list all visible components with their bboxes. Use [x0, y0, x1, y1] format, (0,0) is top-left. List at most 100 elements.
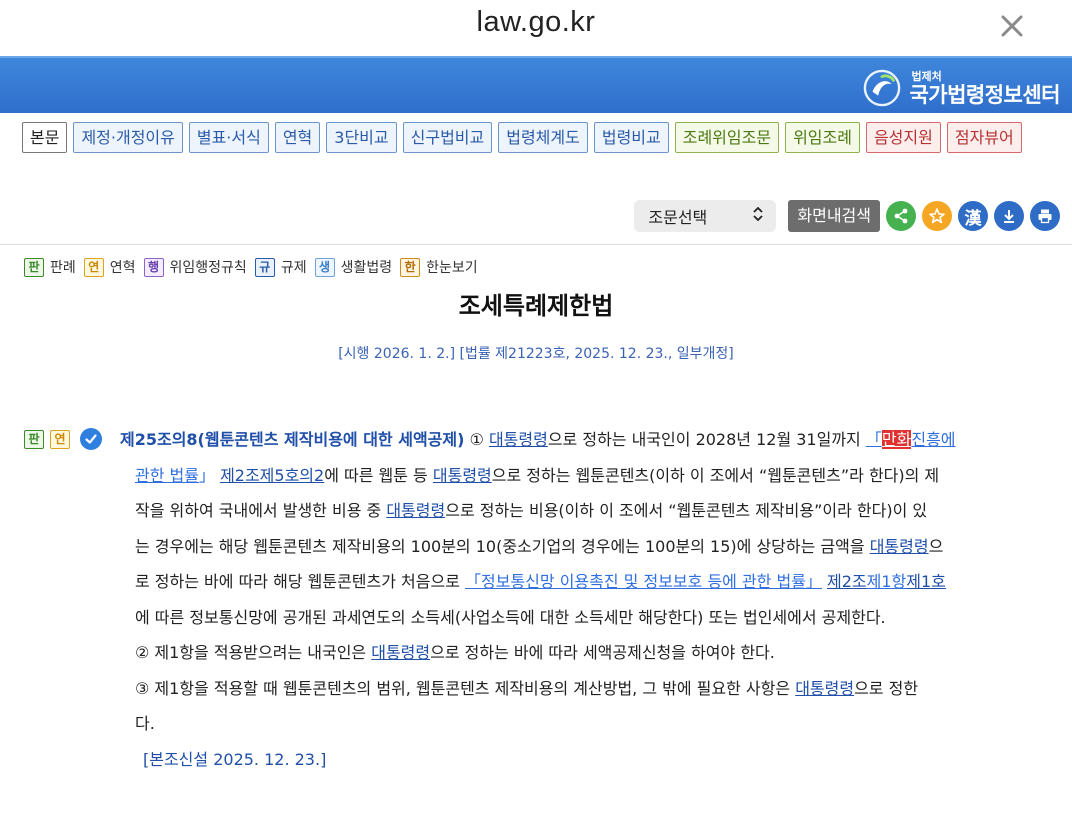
share-icon[interactable]: [886, 201, 916, 231]
tab-appendix-forms[interactable]: 별표·서식: [188, 122, 269, 153]
download-icon[interactable]: [994, 201, 1024, 231]
article-line: 는 경우에는 해당 웹툰콘텐츠 제작비용의 100분의 10(중소기업의 경우에…: [120, 529, 1060, 565]
article-line: 로 정하는 바에 따라 해당 웹툰콘텐츠가 처음으로 「정보통신망 이용촉진 및…: [120, 564, 1060, 600]
in-page-search-button[interactable]: 화면내검색: [788, 200, 880, 232]
close-icon[interactable]: [996, 10, 1028, 42]
highlighted-term[interactable]: 만화: [881, 430, 912, 449]
reference-link[interactable]: 제1호: [906, 572, 946, 591]
url-label[interactable]: law.go.kr: [0, 6, 1072, 39]
tab-law-compare[interactable]: 법령비교: [593, 122, 669, 153]
legend-label: 판례: [50, 260, 76, 276]
toolbar: 조문선택 화면내검색 漢: [634, 199, 1060, 233]
legend-living-law[interactable]: 생 생활법령: [314, 257, 393, 277]
decree-link[interactable]: 대통령령: [386, 501, 445, 520]
legend-overview[interactable]: 한 한눈보기: [400, 257, 478, 277]
tab-body[interactable]: 본문: [22, 122, 68, 153]
article-line: 관한 법률」 제2조제5호의2에 따른 웹툰 등 대통령령으로 정하는 웹툰콘텐…: [120, 458, 1060, 494]
legend-label: 한눈보기: [426, 260, 478, 276]
law-link[interactable]: 진흥에: [911, 430, 955, 449]
living-law-badge-icon: 생: [314, 257, 335, 277]
print-icon[interactable]: [1030, 201, 1060, 231]
article-text: 작을 위하여 국내에서 발생한 비용 중: [135, 501, 387, 520]
legend-label: 위임행정규칙: [169, 260, 247, 276]
star-icon[interactable]: [922, 201, 952, 231]
decree-link[interactable]: 대통령령: [371, 643, 430, 662]
article-text: 에 따른 웹툰 등: [324, 465, 433, 485]
article-body: 제25조의8(웹툰콘텐츠 제작비용에 대한 세액공제) ① 대통령령으로 정하는…: [120, 422, 1060, 777]
legend-label: 규제: [280, 260, 307, 276]
history-badge-icon: 연: [83, 257, 104, 277]
tab-voice-support[interactable]: 음성지원: [865, 122, 941, 153]
divider: [0, 244, 1072, 245]
legend: 판 판례 연 연혁 행 위임행정규칙 규 규제 생 생활법령 한 한눈보기: [24, 257, 486, 277]
decree-link[interactable]: 대통령령: [795, 679, 854, 698]
article-line: ③ 제1항을 적용할 때 웹툰콘텐츠의 범위, 웹툰콘텐츠 제작비용의 계산방법…: [120, 671, 1060, 707]
article-line: 작을 위하여 국내에서 발생한 비용 중 대통령령으로 정하는 비용(이하 이 …: [120, 493, 1060, 529]
decree-link[interactable]: 대통령령: [870, 537, 929, 556]
tab-law-structure[interactable]: 법령체계도: [498, 122, 588, 153]
article-line: 다.: [120, 706, 1060, 742]
tab-ordinance-delegation[interactable]: 조례위임조문: [674, 122, 780, 153]
article-text: 로 정하는 바에 따라 해당 웹툰콘텐츠가 처음으로: [135, 572, 466, 591]
regulation-badge-icon: 규: [254, 257, 275, 277]
site-header: 법제처 국가법령정보센터: [0, 56, 1072, 113]
article-line: ② 제1항을 적용받으려는 내국인은 대통령령으로 정하는 바에 따라 세액공제…: [120, 635, 1060, 671]
precedent-badge-icon[interactable]: 판: [24, 429, 44, 449]
article-text: 는 경우에는 해당 웹툰콘텐츠 제작비용의 100분의 10(중소기업의 경우에…: [135, 536, 870, 556]
precedent-badge-icon: 판: [24, 257, 44, 277]
article-text: 으로 정하는 비용(이하 이 조에서 “웹툰콘텐츠 제작비용”이라 한다)이 있: [445, 501, 928, 520]
article-line: 제25조의8(웹툰콘텐츠 제작비용에 대한 세액공제) ① 대통령령으로 정하는…: [120, 422, 1060, 458]
article-badges: 판 연: [24, 428, 102, 450]
article-text: ② 제1항을 적용받으려는 내국인은: [135, 643, 372, 662]
tab-three-way-compare[interactable]: 3단비교: [326, 122, 397, 153]
article-line: 에 따른 정보통신망에 공개된 과세연도의 소득세(사업소득에 대한 소득세만 …: [120, 600, 1060, 636]
hanja-icon[interactable]: 漢: [958, 201, 988, 231]
article-text: 으로 정하는 웹툰콘텐츠(이하 이 조에서 “웹툰콘텐츠”라 한다)의 제: [491, 465, 940, 485]
logo-big-text: 국가법령정보센터: [909, 82, 1060, 107]
tab-revision-reason[interactable]: 제정·개정이유: [73, 122, 183, 153]
overview-badge-icon: 한: [400, 257, 421, 277]
decree-link[interactable]: 대통령령: [433, 466, 492, 485]
law-link[interactable]: 관한 법률: [135, 466, 199, 485]
logo-swirl-icon: [864, 69, 901, 107]
article-select[interactable]: 조문선택: [634, 200, 777, 232]
article-text: 에 따른 정보통신망에 공개된 과세연도의 소득세(사업소득에 대한 소득세만 …: [135, 607, 886, 627]
article-text: ①: [464, 430, 489, 449]
site-logo[interactable]: 법제처 국가법령정보센터: [863, 66, 1060, 110]
law-subtitle: [시행 2026. 1. 2.] [법률 제21223호, 2025. 12. …: [338, 346, 734, 362]
reference-link[interactable]: 제1항: [867, 572, 907, 591]
chevron-updown-icon: [752, 206, 764, 225]
article-select-label: 조문선택: [648, 208, 708, 227]
legend-admin-rule[interactable]: 행 위임행정규칙: [143, 257, 247, 277]
decree-link[interactable]: 대통령령: [489, 430, 548, 449]
article-text: 으로 정하는 바에 따라 세액공제신청을 하여야 한다.: [430, 643, 775, 662]
checkmark-icon[interactable]: [80, 428, 102, 450]
legend-history[interactable]: 연 연혁: [83, 257, 136, 277]
article-text: ③ 제1항을 적용할 때 웹툰콘텐츠의 범위, 웹툰콘텐츠 제작비용의 계산방법…: [135, 678, 796, 698]
tab-history[interactable]: 연혁: [274, 122, 321, 153]
law-link-open[interactable]: 「: [866, 430, 882, 449]
tab-braille-viewer[interactable]: 점자뷰어: [946, 122, 1022, 153]
reference-link[interactable]: 제2조: [827, 572, 867, 591]
article-text: 다.: [135, 714, 155, 733]
legend-regulation[interactable]: 규 규제: [254, 257, 307, 277]
legend-precedent[interactable]: 판 판례: [24, 257, 76, 277]
admin-rule-badge-icon: 행: [143, 257, 164, 277]
legend-label: 연혁: [109, 260, 136, 276]
article-text: 으로 정하는 내국인이 2028년 12월 31일까지: [547, 430, 866, 449]
law-tabs: 본문 제정·개정이유 별표·서식 연혁 3단비교 신구법비교 법령체계도 법령비…: [22, 122, 1052, 153]
browser-bar: law.go.kr: [0, 0, 1072, 56]
article-footnote: [본조신설 2025. 12. 23.]: [143, 749, 327, 769]
reference-link[interactable]: 제2조제5호의2: [220, 466, 324, 485]
article-heading: 제25조의8(웹툰콘텐츠 제작비용에 대한 세액공제): [120, 430, 465, 449]
logo-small-text: 법제처: [911, 69, 942, 83]
history-badge-icon[interactable]: 연: [50, 429, 70, 449]
legend-label: 생활법령: [340, 260, 393, 276]
tab-delegated-ordinance[interactable]: 위임조례: [785, 122, 860, 153]
law-link-close[interactable]: 」: [199, 466, 220, 485]
law-link[interactable]: 「정보통신망 이용촉진 및 정보보호 등에 관한 법률」: [465, 572, 822, 591]
article-text: 으로 정한: [854, 678, 919, 698]
page-title: 조세특례제한법: [458, 292, 614, 320]
article-text: 으: [928, 536, 944, 556]
tab-old-new-compare[interactable]: 신구법비교: [402, 122, 493, 153]
